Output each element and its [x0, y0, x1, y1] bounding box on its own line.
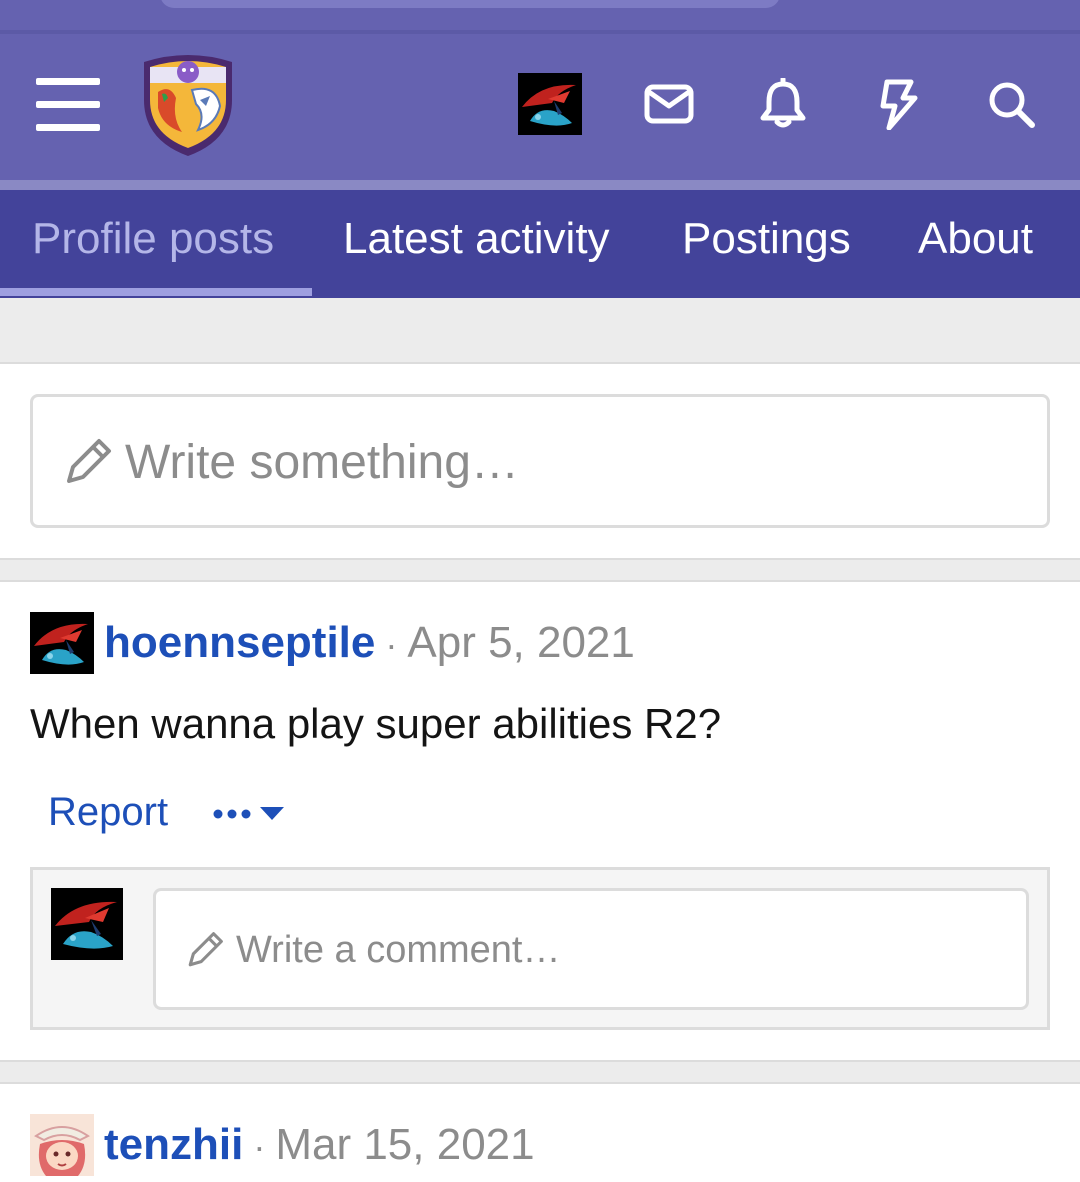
pencil-icon	[188, 932, 223, 967]
user-avatar[interactable]	[518, 73, 582, 135]
tab-profile-posts[interactable]: Profile posts	[32, 214, 274, 264]
comment-area: Write a comment…	[30, 867, 1050, 1030]
post-date[interactable]: Apr 5, 2021	[407, 618, 635, 667]
pencil-icon	[67, 439, 111, 483]
profile-tabs: Profile posts Latest activity Postings A…	[0, 190, 1080, 298]
post-body: When wanna play super abilities R2?	[30, 700, 722, 747]
post-username[interactable]: tenzhii	[104, 1120, 243, 1169]
mail-icon[interactable]	[643, 78, 695, 130]
comment-input[interactable]: Write a comment…	[153, 888, 1029, 1010]
post-date[interactable]: Mar 15, 2021	[275, 1120, 534, 1169]
comment-placeholder: Write a comment…	[236, 929, 561, 971]
browser-url-pill	[160, 0, 780, 8]
caret-down-icon	[260, 807, 284, 820]
bell-icon[interactable]	[757, 76, 809, 130]
tab-postings[interactable]: Postings	[682, 214, 851, 264]
menu-icon[interactable]	[36, 78, 100, 131]
report-link[interactable]: Report	[48, 790, 168, 835]
avatar[interactable]	[30, 1114, 94, 1176]
forum-logo[interactable]	[136, 48, 240, 160]
avatar[interactable]	[30, 612, 94, 674]
post-username[interactable]: hoennseptile	[104, 618, 375, 667]
tab-about[interactable]: About	[918, 214, 1033, 264]
meta-separator: ·	[385, 624, 398, 665]
tab-latest-activity[interactable]: Latest activity	[343, 214, 610, 264]
post-header: tenzhii · Mar 15, 2021	[104, 1120, 535, 1170]
search-icon[interactable]	[985, 78, 1037, 130]
top-header	[0, 0, 1080, 180]
more-options-button[interactable]	[212, 796, 292, 832]
lightning-icon[interactable]	[871, 78, 923, 131]
avatar[interactable]	[51, 888, 123, 960]
active-tab-indicator	[0, 288, 312, 296]
more-dots-icon	[213, 809, 223, 819]
meta-separator: ·	[253, 1126, 266, 1167]
write-something-placeholder: Write something…	[125, 436, 519, 489]
write-something-input[interactable]: Write something…	[30, 394, 1050, 528]
post-header: hoennseptile · Apr 5, 2021	[104, 618, 635, 668]
